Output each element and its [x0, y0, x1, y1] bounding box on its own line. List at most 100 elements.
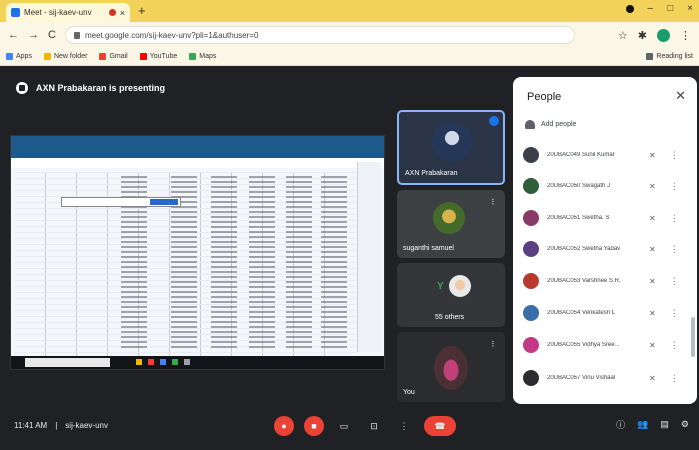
people-scrollbar[interactable] [691, 317, 695, 357]
participant-row[interactable]: 20UBAC057 Vinu Vishaal ✕ ⋮ [523, 367, 691, 389]
add-people-label: Add people [541, 121, 577, 128]
participant-avatar [432, 122, 472, 162]
more-options-icon[interactable]: ⋮ [670, 181, 679, 192]
mic-off-icon[interactable]: ✕ [649, 374, 656, 383]
profile-dot-icon[interactable] [625, 5, 634, 13]
more-options-icon[interactable]: ⋮ [670, 373, 679, 384]
others-tile[interactable]: Y 55 others [397, 263, 505, 327]
meeting-details-icon[interactable]: ⓘ [616, 418, 625, 431]
youtube-icon [139, 53, 147, 60]
extensions-icon[interactable]: ✱ [638, 29, 647, 42]
close-tab-icon[interactable]: × [120, 8, 125, 18]
browser-tab[interactable]: Meet - sij-kaev-unv × [6, 3, 130, 22]
more-icon[interactable]: ⠇ [491, 340, 497, 349]
self-video [434, 346, 468, 390]
shared-popup-button [150, 199, 178, 205]
gmail-icon [99, 53, 107, 60]
taskbar-app-icon [136, 359, 142, 365]
more-options-icon[interactable]: ⋮ [670, 150, 679, 161]
reload-icon[interactable]: C [48, 29, 56, 41]
mic-off-icon[interactable]: ✕ [649, 309, 656, 318]
participant-avatar [523, 273, 539, 289]
people-panel-title: People [527, 91, 562, 103]
more-options-icon[interactable]: ⋮ [670, 308, 679, 319]
add-person-icon [525, 120, 535, 129]
participant-row[interactable]: 20UBAC050 Swagath J ✕ ⋮ [523, 175, 691, 197]
more-options-button[interactable]: ⋮ [394, 416, 414, 436]
mic-off-icon[interactable]: ✕ [649, 214, 656, 223]
participant-row[interactable]: 20UBAC049 Sunil Kumar ✕ ⋮ [523, 144, 691, 166]
add-people-button[interactable]: Add people [525, 120, 576, 129]
self-name: You [403, 389, 415, 396]
participant-avatar [449, 275, 471, 297]
captions-button[interactable]: ▭ [334, 416, 354, 436]
participant-avatar [523, 241, 539, 257]
people-panel: People ✕ Add people 20UBAC049 Sunil Kuma… [513, 77, 697, 404]
chat-icon[interactable]: ▤ [660, 419, 669, 430]
mic-off-icon[interactable]: ✕ [649, 151, 656, 160]
participant-name: 20UBAC054 Venkatesh L [547, 310, 616, 316]
maximize-button[interactable]: □ [667, 3, 673, 14]
participant-avatar [523, 178, 539, 194]
participant-row[interactable]: 20UBAC051 Swetha. S ✕ ⋮ [523, 207, 691, 229]
mic-off-icon[interactable]: ✕ [649, 182, 656, 191]
participant-avatar [523, 370, 539, 386]
participant-row[interactable]: 20UBAC054 Venkatesh L ✕ ⋮ [523, 302, 691, 324]
people-icon[interactable]: 👥 [637, 419, 648, 430]
bookmark-maps[interactable]: Maps [189, 53, 216, 60]
mic-toggle-button[interactable]: ● [274, 416, 294, 436]
url-field[interactable]: meet.google.com/sij-kaev-unv?pli=1&authu… [64, 26, 575, 44]
more-options-icon[interactable]: ⋮ [670, 213, 679, 224]
sheet-column [321, 176, 347, 351]
more-options-icon[interactable]: ⋮ [670, 276, 679, 287]
bookmark-star-icon[interactable]: ☆ [618, 29, 628, 42]
call-controls: ● ■ ▭ ⊡ ⋮ ☎ [274, 416, 456, 436]
more-options-icon[interactable]: ⋮ [670, 244, 679, 255]
profile-avatar[interactable] [657, 28, 670, 42]
meeting-time: 11:41 AM [14, 421, 48, 430]
tab-title: Meet - sij-kaev-unv [24, 8, 92, 17]
meeting-info: 11:41 AM | sij-kaev-unv [14, 421, 108, 430]
participant-tile[interactable]: ⠇ suganthi samuel [397, 190, 505, 258]
bookmark-gmail[interactable]: Gmail [99, 53, 128, 60]
more-icon[interactable]: ⠇ [491, 198, 497, 207]
menu-kebab-icon[interactable]: ⋮ [680, 29, 691, 42]
bookmark-new-folder[interactable]: New folder [43, 53, 87, 60]
bookmarks-bar: Apps New folder Gmail YouTube Maps Readi… [0, 48, 699, 66]
bookmark-apps[interactable]: Apps [6, 53, 32, 60]
self-tile[interactable]: ⠇ You [397, 332, 505, 402]
participant-row[interactable]: 20UBAC053 Varshnee S.R. ✕ ⋮ [523, 270, 691, 292]
participant-tile-presenter[interactable]: AXN Prabakaran [397, 110, 505, 185]
url-text: meet.google.com/sij-kaev-unv?pli=1&authu… [84, 30, 259, 40]
taskbar-app-icon [184, 359, 190, 365]
browser-tab-bar: Meet - sij-kaev-unv × + – □ × [0, 0, 699, 22]
present-now-button[interactable]: ⊡ [364, 416, 384, 436]
close-window-button[interactable]: × [687, 3, 693, 14]
mic-off-icon[interactable]: ✕ [649, 245, 656, 254]
more-options-icon[interactable]: ⋮ [670, 340, 679, 351]
meeting-divider: | [55, 421, 58, 430]
participant-avatar [523, 305, 539, 321]
minimize-button[interactable]: – [648, 3, 654, 14]
forward-icon[interactable]: → [28, 29, 39, 41]
activities-icon[interactable]: ⚙ [681, 419, 689, 430]
participant-name: 20UBAC053 Varshnee S.R. [547, 278, 621, 284]
meeting-code: sij-kaev-unv [65, 421, 108, 430]
participant-name: AXN Prabakaran [405, 170, 458, 177]
reading-list-icon [646, 53, 654, 60]
window-controls: – □ × [625, 3, 693, 14]
reading-list[interactable]: Reading list [646, 53, 693, 60]
back-icon[interactable]: ← [8, 29, 19, 41]
mic-off-icon[interactable]: ✕ [649, 277, 656, 286]
shared-screen [10, 135, 385, 370]
bookmark-youtube[interactable]: YouTube [139, 53, 177, 60]
participant-row[interactable]: 20UBAC052 Swetha Yadav ✕ ⋮ [523, 238, 691, 260]
participant-name: 20UBAC052 Swetha Yadav [547, 246, 621, 252]
close-panel-icon[interactable]: ✕ [675, 88, 686, 104]
new-tab-button[interactable]: + [138, 3, 146, 18]
participant-row[interactable]: 20UBAC055 Vidhya Sree... ✕ ⋮ [523, 334, 691, 356]
leave-call-button[interactable]: ☎ [424, 416, 456, 436]
camera-toggle-button[interactable]: ■ [304, 416, 324, 436]
mic-off-icon[interactable]: ✕ [649, 341, 656, 350]
participant-name: suganthi samuel [403, 245, 454, 252]
